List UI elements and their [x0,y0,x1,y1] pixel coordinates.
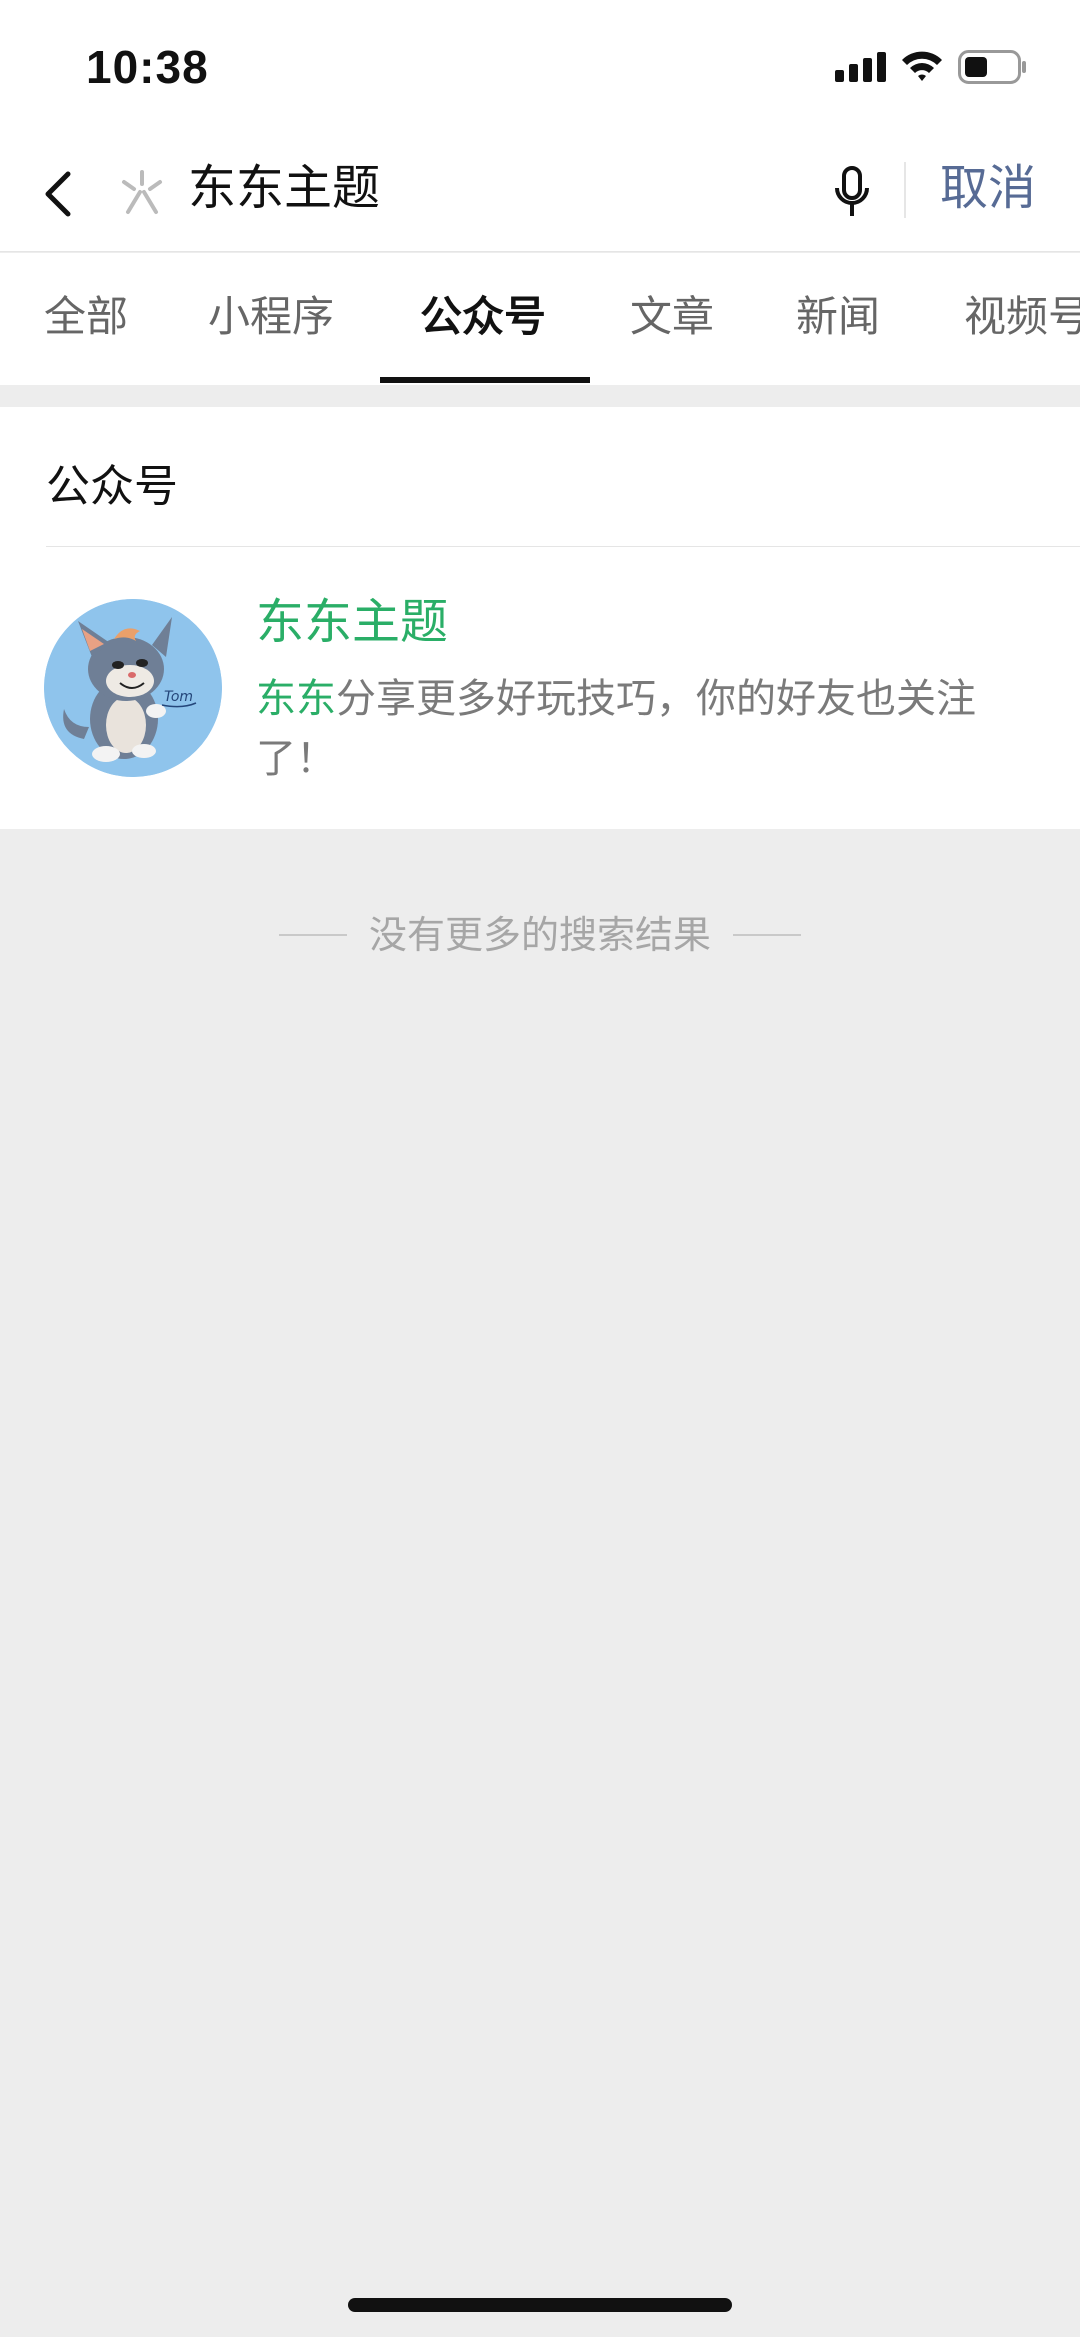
svg-text:Tom: Tom [164,689,193,705]
tab-all[interactable]: 全部 [44,289,128,345]
cat-avatar-icon: Tom [44,599,222,777]
no-more-line-left [278,934,347,936]
screen: 10:38 东东主题 取消 全部 小程序 公众号 文章 新闻 视频号 公众号 T… [0,0,1080,2337]
no-more-results: 没有更多的搜索结果 [0,905,1080,965]
active-tab-indicator [380,377,590,383]
status-time: 10:38 [86,41,209,93]
tab-news[interactable]: 新闻 [796,289,880,345]
no-more-results-text: 没有更多的搜索结果 [368,913,711,957]
tab-mini-programs[interactable]: 小程序 [208,289,334,345]
search-input[interactable]: 东东主题 [188,158,380,218]
tabs-bar: 全部 小程序 公众号 文章 新闻 视频号 [0,253,1080,385]
tab-official-accounts[interactable]: 公众号 [420,289,546,345]
result-description-highlight: 东东 [256,676,336,722]
search-divider [904,162,906,218]
cancel-button[interactable]: 取消 [940,158,1036,218]
wifi-icon [902,51,942,81]
battery-icon [958,50,1026,84]
search-glyph-icon [122,170,162,214]
result-item[interactable]: Tom 东东主题 东东分享更多好玩技巧，你的好友也关注了！ [0,547,1080,829]
results-card: 公众号 Tom 东东主题 东东分享更多好玩技巧，你的好友也关注了！ [0,407,1080,829]
result-description-text: 分享更多好玩技巧，你的好友也关注了！ [256,676,976,782]
no-more-line-right [733,934,801,936]
search-bar: 东东主题 取消 [0,130,1080,252]
mic-icon[interactable] [834,166,870,218]
result-name: 东东主题 [256,594,449,650]
section-gap [0,385,1080,407]
signal-icon [835,52,886,82]
tab-articles[interactable]: 文章 [630,289,714,345]
tab-channels[interactable]: 视频号 [964,289,1080,345]
result-description: 东东分享更多好玩技巧，你的好友也关注了！ [256,669,1036,789]
home-indicator[interactable] [348,2298,732,2312]
status-bar: 10:38 [0,0,1080,130]
back-icon[interactable] [40,166,80,222]
avatar: Tom [44,599,222,777]
section-title: 公众号 [46,461,178,512]
